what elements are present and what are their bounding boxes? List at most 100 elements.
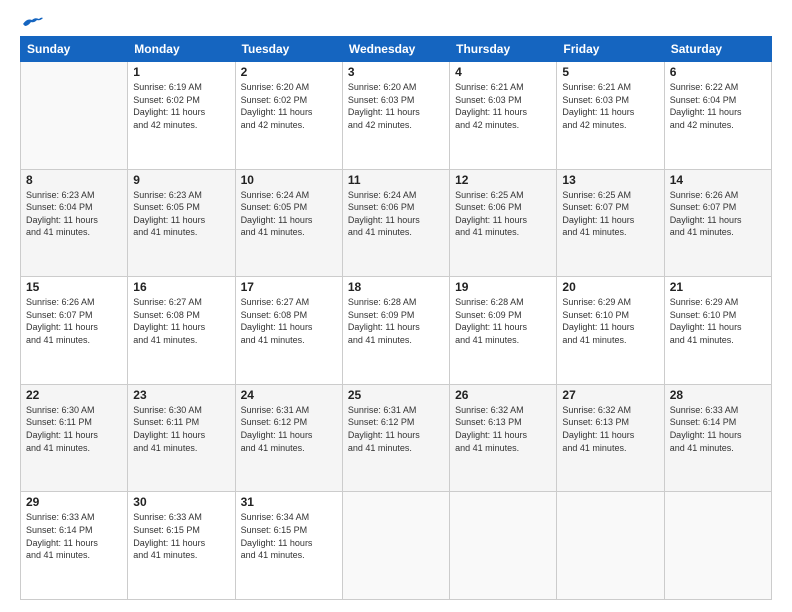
day-info: Sunrise: 6:33 AMSunset: 6:15 PMDaylight:… xyxy=(133,511,229,561)
day-info: Sunrise: 6:23 AMSunset: 6:05 PMDaylight:… xyxy=(133,189,229,239)
calendar-day-cell: 21 Sunrise: 6:29 AMSunset: 6:10 PMDayligh… xyxy=(664,277,771,385)
day-number: 13 xyxy=(562,173,658,187)
day-number: 23 xyxy=(133,388,229,402)
day-number: 16 xyxy=(133,280,229,294)
day-info: Sunrise: 6:25 AMSunset: 6:07 PMDaylight:… xyxy=(562,189,658,239)
day-info: Sunrise: 6:34 AMSunset: 6:15 PMDaylight:… xyxy=(241,511,337,561)
day-number: 22 xyxy=(26,388,122,402)
calendar-day-cell xyxy=(664,492,771,600)
day-info: Sunrise: 6:26 AMSunset: 6:07 PMDaylight:… xyxy=(670,189,766,239)
calendar-day-header: Monday xyxy=(128,37,235,62)
calendar-week-row: 15Sunrise: 6:26 AMSunset: 6:07 PMDayligh… xyxy=(21,277,772,385)
day-number: 9 xyxy=(133,173,229,187)
day-number: 27 xyxy=(562,388,658,402)
calendar-day-cell: 28 Sunrise: 6:33 AMSunset: 6:14 PMDayligh… xyxy=(664,384,771,492)
calendar-day-header: Thursday xyxy=(450,37,557,62)
calendar-day-cell: 14Sunrise: 6:26 AMSunset: 6:07 PMDayligh… xyxy=(664,169,771,277)
day-info: Sunrise: 6:28 AMSunset: 6:09 PMDaylight:… xyxy=(348,296,444,346)
calendar-day-cell: 29 Sunrise: 6:33 AMSunset: 6:14 PMDayligh… xyxy=(21,492,128,600)
day-info: Sunrise: 6:22 AMSunset: 6:04 PMDaylight:… xyxy=(670,81,766,131)
day-info: Sunrise: 6:29 AMSunset: 6:10 PMDaylight:… xyxy=(670,296,766,346)
calendar-day-header: Tuesday xyxy=(235,37,342,62)
day-number: 3 xyxy=(348,65,444,79)
day-info: Sunrise: 6:30 AMSunset: 6:11 PMDaylight:… xyxy=(133,404,229,454)
calendar-day-cell: 27Sunrise: 6:32 AMSunset: 6:13 PMDayligh… xyxy=(557,384,664,492)
calendar-day-cell: 23 Sunrise: 6:30 AMSunset: 6:11 PMDayligh… xyxy=(128,384,235,492)
day-number: 28 xyxy=(670,388,766,402)
calendar-day-cell: 20 Sunrise: 6:29 AMSunset: 6:10 PMDayligh… xyxy=(557,277,664,385)
calendar-page: SundayMondayTuesdayWednesdayThursdayFrid… xyxy=(0,0,792,612)
calendar-day-cell: 12 Sunrise: 6:25 AMSunset: 6:06 PMDayligh… xyxy=(450,169,557,277)
day-number: 31 xyxy=(241,495,337,509)
calendar-day-cell: 25Sunrise: 6:31 AMSunset: 6:12 PMDayligh… xyxy=(342,384,449,492)
day-info: Sunrise: 6:21 AMSunset: 6:03 PMDaylight:… xyxy=(455,81,551,131)
calendar-day-cell xyxy=(450,492,557,600)
day-info: Sunrise: 6:27 AMSunset: 6:08 PMDaylight:… xyxy=(133,296,229,346)
calendar-day-cell: 19Sunrise: 6:28 AMSunset: 6:09 PMDayligh… xyxy=(450,277,557,385)
calendar-day-cell: 22 Sunrise: 6:30 AMSunset: 6:11 PMDayligh… xyxy=(21,384,128,492)
calendar-day-cell: 11Sunrise: 6:24 AMSunset: 6:06 PMDayligh… xyxy=(342,169,449,277)
calendar-day-cell xyxy=(21,62,128,170)
calendar-day-cell: 5 Sunrise: 6:21 AMSunset: 6:03 PMDaylight… xyxy=(557,62,664,170)
calendar-day-header: Wednesday xyxy=(342,37,449,62)
day-number: 6 xyxy=(670,65,766,79)
calendar-week-row: 29 Sunrise: 6:33 AMSunset: 6:14 PMDayligh… xyxy=(21,492,772,600)
day-number: 4 xyxy=(455,65,551,79)
calendar-week-row: 1 Sunrise: 6:19 AMSunset: 6:02 PMDaylight… xyxy=(21,62,772,170)
calendar-day-cell: 2Sunrise: 6:20 AMSunset: 6:02 PMDaylight… xyxy=(235,62,342,170)
day-number: 15 xyxy=(26,280,122,294)
day-info: Sunrise: 6:23 AMSunset: 6:04 PMDaylight:… xyxy=(26,189,122,239)
day-number: 12 xyxy=(455,173,551,187)
day-number: 18 xyxy=(348,280,444,294)
calendar-day-cell: 31 Sunrise: 6:34 AMSunset: 6:15 PMDayligh… xyxy=(235,492,342,600)
day-info: Sunrise: 6:32 AMSunset: 6:13 PMDaylight:… xyxy=(455,404,551,454)
day-number: 2 xyxy=(241,65,337,79)
calendar-day-cell: 10Sunrise: 6:24 AMSunset: 6:05 PMDayligh… xyxy=(235,169,342,277)
calendar-day-header: Saturday xyxy=(664,37,771,62)
day-info: Sunrise: 6:30 AMSunset: 6:11 PMDaylight:… xyxy=(26,404,122,454)
header xyxy=(20,16,772,28)
day-info: Sunrise: 6:19 AMSunset: 6:02 PMDaylight:… xyxy=(133,81,229,131)
day-number: 29 xyxy=(26,495,122,509)
calendar-day-cell: 18 Sunrise: 6:28 AMSunset: 6:09 PMDayligh… xyxy=(342,277,449,385)
calendar-day-cell: 4 Sunrise: 6:21 AMSunset: 6:03 PMDaylight… xyxy=(450,62,557,170)
calendar-week-row: 8 Sunrise: 6:23 AMSunset: 6:04 PMDaylight… xyxy=(21,169,772,277)
day-info: Sunrise: 6:29 AMSunset: 6:10 PMDaylight:… xyxy=(562,296,658,346)
calendar-day-cell: 6 Sunrise: 6:22 AMSunset: 6:04 PMDaylight… xyxy=(664,62,771,170)
calendar-day-cell: 1 Sunrise: 6:19 AMSunset: 6:02 PMDaylight… xyxy=(128,62,235,170)
calendar-day-cell: 24 Sunrise: 6:31 AMSunset: 6:12 PMDayligh… xyxy=(235,384,342,492)
day-info: Sunrise: 6:33 AMSunset: 6:14 PMDaylight:… xyxy=(670,404,766,454)
day-info: Sunrise: 6:20 AMSunset: 6:03 PMDaylight:… xyxy=(348,81,444,131)
day-number: 11 xyxy=(348,173,444,187)
day-info: Sunrise: 6:31 AMSunset: 6:12 PMDaylight:… xyxy=(241,404,337,454)
day-info: Sunrise: 6:25 AMSunset: 6:06 PMDaylight:… xyxy=(455,189,551,239)
day-number: 1 xyxy=(133,65,229,79)
day-info: Sunrise: 6:21 AMSunset: 6:03 PMDaylight:… xyxy=(562,81,658,131)
day-number: 24 xyxy=(241,388,337,402)
calendar-day-cell: 16 Sunrise: 6:27 AMSunset: 6:08 PMDayligh… xyxy=(128,277,235,385)
logo-area xyxy=(20,16,44,28)
day-info: Sunrise: 6:31 AMSunset: 6:12 PMDaylight:… xyxy=(348,404,444,454)
day-number: 10 xyxy=(241,173,337,187)
calendar-day-cell: 8 Sunrise: 6:23 AMSunset: 6:04 PMDaylight… xyxy=(21,169,128,277)
calendar-table: SundayMondayTuesdayWednesdayThursdayFrid… xyxy=(20,36,772,600)
day-info: Sunrise: 6:27 AMSunset: 6:08 PMDaylight:… xyxy=(241,296,337,346)
calendar-day-header: Sunday xyxy=(21,37,128,62)
calendar-day-cell: 26Sunrise: 6:32 AMSunset: 6:13 PMDayligh… xyxy=(450,384,557,492)
day-number: 5 xyxy=(562,65,658,79)
calendar-day-cell: 30 Sunrise: 6:33 AMSunset: 6:15 PMDayligh… xyxy=(128,492,235,600)
calendar-day-cell: 15Sunrise: 6:26 AMSunset: 6:07 PMDayligh… xyxy=(21,277,128,385)
calendar-day-header: Friday xyxy=(557,37,664,62)
calendar-day-cell: 9 Sunrise: 6:23 AMSunset: 6:05 PMDaylight… xyxy=(128,169,235,277)
day-number: 20 xyxy=(562,280,658,294)
day-info: Sunrise: 6:28 AMSunset: 6:09 PMDaylight:… xyxy=(455,296,551,346)
calendar-day-cell xyxy=(557,492,664,600)
day-number: 21 xyxy=(670,280,766,294)
day-info: Sunrise: 6:33 AMSunset: 6:14 PMDaylight:… xyxy=(26,511,122,561)
calendar-day-cell: 3 Sunrise: 6:20 AMSunset: 6:03 PMDaylight… xyxy=(342,62,449,170)
day-number: 30 xyxy=(133,495,229,509)
calendar-week-row: 22 Sunrise: 6:30 AMSunset: 6:11 PMDayligh… xyxy=(21,384,772,492)
day-number: 17 xyxy=(241,280,337,294)
day-number: 8 xyxy=(26,173,122,187)
logo-bird-icon xyxy=(21,16,43,32)
